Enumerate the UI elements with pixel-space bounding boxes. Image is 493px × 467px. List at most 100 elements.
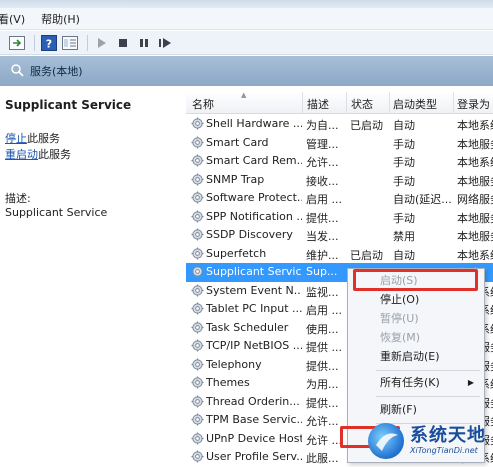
service-name-cell: Themes: [206, 376, 250, 389]
column-divider[interactable]: [389, 92, 390, 114]
service-gear-icon: [191, 246, 205, 261]
column-header-row: 名称 ▲ 描述 状态 启动类型 登录为: [186, 91, 493, 114]
service-name-cell: Task Scheduler: [206, 320, 289, 334]
service-startup-type-cell: 自动(延迟...: [393, 193, 452, 206]
service-name-cell: Thread Orderin...: [206, 394, 300, 408]
service-description-cell: 当发...: [306, 230, 339, 243]
service-logon-cell: 本地系统: [457, 156, 493, 169]
toolbar-separator: [34, 34, 35, 51]
column-header-logon-as[interactable]: 登录为: [457, 96, 490, 112]
menu-view[interactable]: 看(V): [0, 11, 33, 27]
service-logon-cell: 本地服务: [457, 230, 493, 243]
service-name-cell: UPnP Device Host: [206, 431, 302, 445]
restart-link-rest: 此服务: [38, 148, 71, 161]
service-gear-icon: [191, 283, 205, 298]
svg-text:?: ?: [46, 37, 52, 50]
table-row[interactable]: SPP Notification ... 提供... 手动 本地服务: [186, 208, 493, 227]
service-name-cell: Shell Hardware ...: [206, 117, 302, 130]
service-title: Supplicant Service: [5, 98, 132, 112]
menu-item-resume[interactable]: 恢复(M): [348, 328, 484, 348]
column-header-startup-type[interactable]: 启动类型: [393, 96, 437, 112]
service-gear-icon: [191, 431, 205, 446]
menu-item-pause[interactable]: 暂停(U): [348, 309, 484, 329]
service-description-cell: 管理...: [306, 137, 339, 151]
menu-separator: [376, 370, 480, 371]
properties-icon[interactable]: [61, 34, 79, 52]
menu-separator: [376, 396, 480, 397]
service-startup-type-cell: 自动: [393, 248, 415, 262]
restart-link-text[interactable]: 重启动: [5, 148, 38, 161]
service-description-cell: 提供...: [306, 359, 339, 373]
service-logon-cell: 本地系统: [457, 119, 493, 132]
play-icon[interactable]: [93, 34, 111, 52]
window-title-strip: [0, 0, 493, 8]
service-startup-type-cell: 禁用: [393, 230, 415, 243]
table-row[interactable]: Smart Card 管理... 手动 本地服务: [186, 134, 493, 153]
stop-service-link[interactable]: 停止此服务: [5, 130, 60, 146]
all-tasks-label: 所有任务(K): [380, 376, 440, 389]
menu-help[interactable]: 帮助(H): [41, 11, 88, 27]
service-description-cell: 启用 ...: [306, 304, 342, 317]
table-row[interactable]: SSDP Discovery 当发... 禁用 本地服务: [186, 226, 493, 245]
column-divider[interactable]: [302, 92, 303, 114]
search-icon: [10, 63, 24, 80]
table-row[interactable]: SNMP Trap 接收... 手动 本地服务: [186, 171, 493, 190]
sort-ascending-icon: ▲: [241, 91, 247, 99]
service-status-cell: 已启动: [350, 119, 383, 132]
watermark-name: 系统天地: [410, 424, 486, 446]
column-header-status[interactable]: 状态: [351, 96, 373, 112]
stop-link-rest: 此服务: [27, 132, 60, 145]
service-description-cell: Sup...: [306, 265, 338, 278]
service-description-cell: 维护...: [306, 248, 339, 262]
table-row[interactable]: Software Protect... 启用 ... 自动(延迟... 网络服务: [186, 189, 493, 208]
menu-item-restart[interactable]: 重新启动(E): [348, 347, 484, 367]
service-name-cell: Smart Card Rem...: [206, 154, 302, 167]
column-divider[interactable]: [346, 92, 347, 114]
menu-item-all-tasks[interactable]: 所有任务(K) ▶: [348, 373, 484, 393]
service-gear-icon: [191, 394, 205, 409]
services-local-header: 服务(本地): [0, 56, 493, 86]
pause-icon[interactable]: [135, 34, 153, 52]
site-watermark: 系统天地 XiTongTianDi.net: [368, 418, 493, 463]
service-gear-icon: [191, 357, 205, 372]
service-gear-icon: [191, 320, 205, 335]
service-gear-icon: [191, 191, 205, 205]
menu-item-refresh[interactable]: 刷新(F): [348, 400, 484, 420]
toolbar-separator: [87, 34, 88, 51]
watermark-text: 系统天地 XiTongTianDi.net: [410, 424, 486, 456]
service-description-cell: 此服...: [306, 452, 339, 465]
restart-service-link[interactable]: 重启动此服务: [5, 146, 71, 162]
table-row[interactable]: Shell Hardware ... 为自... 已启动自动 本地系统: [186, 115, 493, 134]
column-divider[interactable]: [453, 92, 454, 114]
service-startup-type-cell: 手动: [393, 156, 415, 169]
service-logon-cell: 网络服务: [457, 193, 493, 206]
service-gear-icon: [191, 376, 205, 390]
column-header-description[interactable]: 描述: [307, 96, 329, 112]
description-text: Supplicant Service: [5, 206, 108, 219]
service-gear-icon: [191, 117, 205, 131]
service-name-cell: Supplicant Service: [206, 265, 302, 278]
service-name-cell: Software Protect...: [206, 191, 302, 204]
service-description-cell: 使用...: [306, 322, 339, 336]
table-row[interactable]: Smart Card Rem... 允许... 手动 本地系统: [186, 152, 493, 171]
description-label: 描述:: [5, 192, 31, 205]
table-row[interactable]: Superfetch 维护... 已启动自动 本地系统: [186, 245, 493, 264]
service-name-cell: Telephony: [206, 357, 262, 371]
restart-icon[interactable]: [156, 34, 174, 52]
stop-icon[interactable]: [114, 34, 132, 52]
menu-item-stop[interactable]: 停止(O): [348, 290, 484, 310]
submenu-arrow-icon: ▶: [467, 378, 474, 387]
menu-bar: 看(V) 帮助(H): [0, 8, 493, 30]
help-icon[interactable]: ?: [40, 34, 58, 52]
service-description-cell: 为自...: [306, 119, 339, 132]
column-header-name[interactable]: 名称: [192, 96, 214, 112]
start-highlight-annotation: [353, 269, 478, 291]
service-gear-icon: [191, 172, 205, 187]
service-gear-icon: [191, 302, 205, 316]
toolbar: ?: [0, 31, 493, 55]
service-gear-icon: [191, 228, 205, 242]
watermark-logo-icon: [368, 422, 404, 459]
service-name-cell: TCP/IP NetBIOS ...: [206, 339, 302, 352]
stop-link-text[interactable]: 停止: [5, 132, 27, 145]
console-icon[interactable]: [8, 34, 26, 52]
